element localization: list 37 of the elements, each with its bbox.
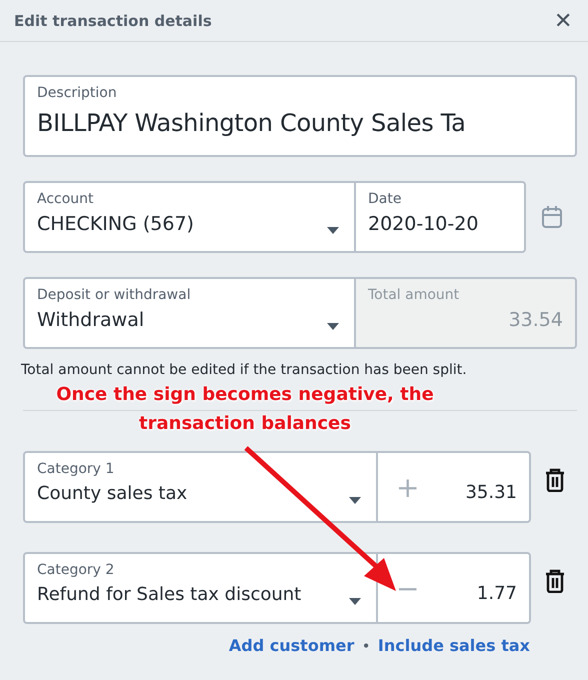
close-button[interactable]: ✕: [552, 8, 574, 34]
dialog-title: Edit transaction details: [14, 12, 212, 30]
account-dropdown[interactable]: Account CHECKING (567): [23, 181, 356, 253]
field-label: Category 1: [37, 461, 116, 477]
caret-icon: [327, 227, 339, 235]
annotation-text: Once the sign becomes negative, the transaction balances: [55, 383, 435, 436]
field-value: Withdrawal: [37, 309, 144, 331]
caret-icon: [327, 323, 339, 331]
type-dropdown[interactable]: Deposit or withdrawal Withdrawal: [23, 277, 356, 349]
field-value: 1.77: [476, 582, 517, 604]
category-dropdown[interactable]: Category 1 County sales tax: [23, 451, 378, 523]
field-label: Deposit or withdrawal: [37, 287, 192, 303]
field-value: Refund for Sales tax discount: [37, 584, 302, 605]
amount-field[interactable]: − 1.77: [378, 552, 531, 624]
caret-icon: [349, 497, 361, 505]
help-text: Total amount cannot be edited if the transaction has been split.: [21, 362, 468, 378]
field-label: Category 2: [37, 562, 116, 578]
field-label: Total amount: [368, 287, 460, 303]
date-field[interactable]: Date 2020-10-20: [356, 181, 526, 253]
field-value: 2020-10-20: [368, 213, 478, 235]
field-value: 35.31: [465, 482, 517, 502]
category-dropdown[interactable]: Category 2 Refund for Sales tax discount: [23, 552, 378, 624]
include-sales-tax-link[interactable]: Include sales tax: [378, 636, 530, 655]
field-label: Description: [37, 85, 118, 101]
caret-icon: [349, 598, 361, 606]
field-label: Account: [37, 191, 95, 207]
field-label: Date: [368, 191, 402, 207]
amount-field[interactable]: + 35.31: [378, 451, 531, 523]
field-value: BILLPAY Washington County Sales Ta: [37, 109, 466, 137]
field-value: County sales tax: [37, 483, 188, 504]
field-value: CHECKING (567): [37, 213, 194, 235]
trash-icon[interactable]: [545, 569, 565, 593]
add-customer-link[interactable]: Add customer: [228, 636, 354, 655]
description-field[interactable]: Description BILLPAY Washington County Sales Ta: [23, 75, 577, 157]
separator-dot: •: [362, 638, 370, 652]
trash-icon[interactable]: [545, 468, 565, 492]
field-value: 33.54: [508, 309, 563, 331]
